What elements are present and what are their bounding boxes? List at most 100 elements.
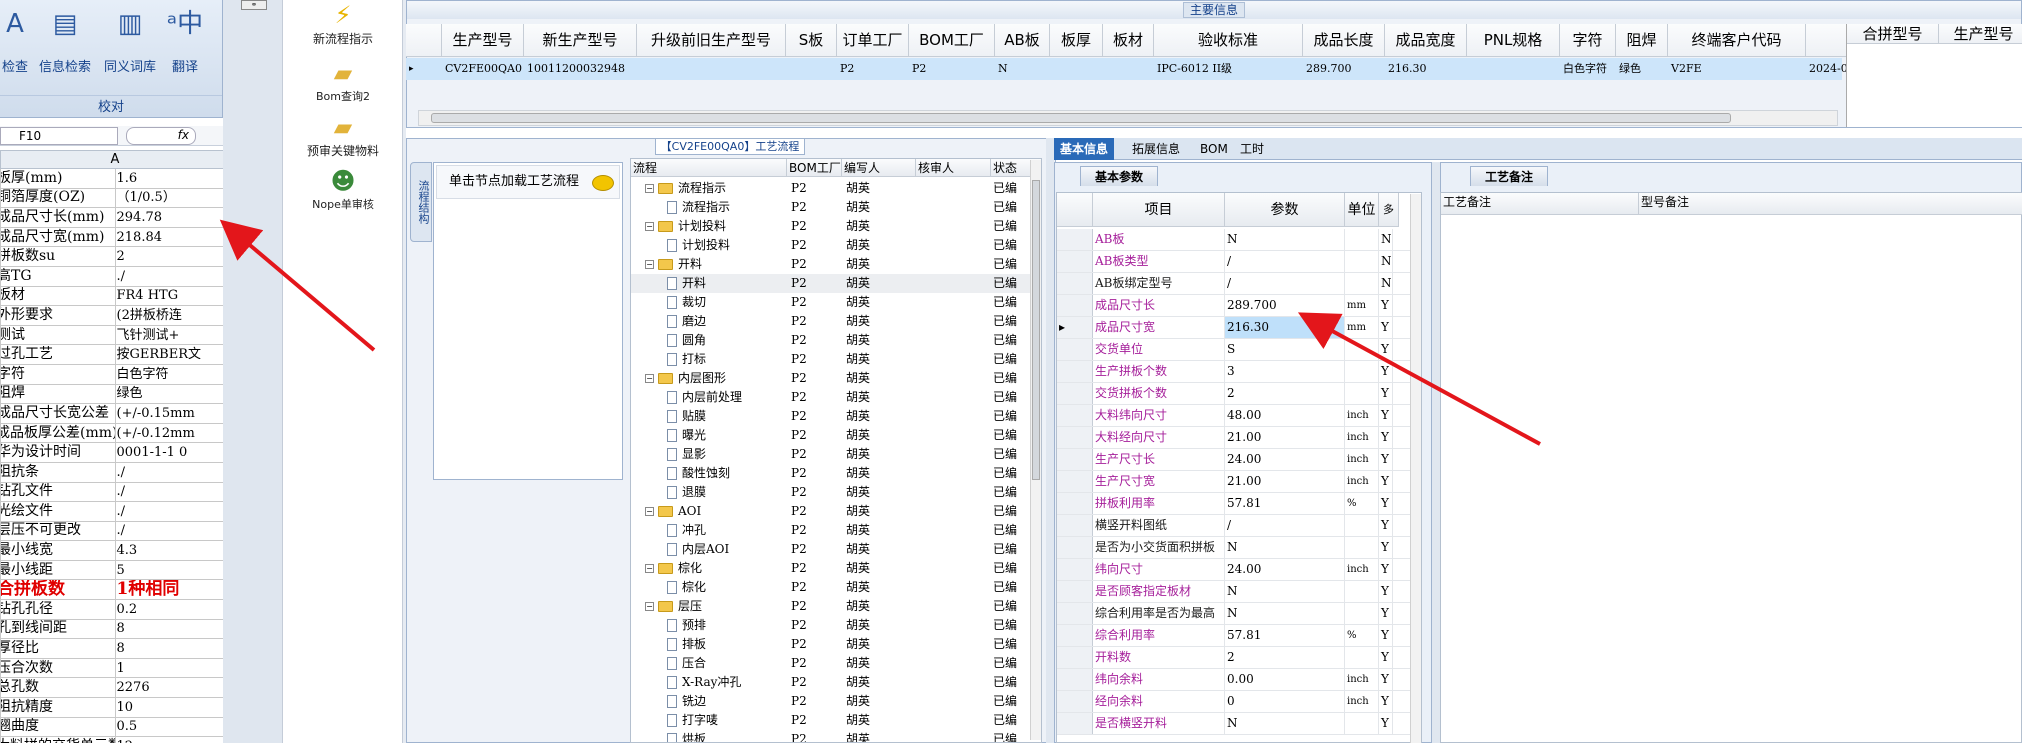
step-node[interactable]: 贴膜	[667, 407, 706, 426]
main-info-row[interactable]: ▸ CV2FE00QA0 10011200032948 P2 P2 N IPC-6012 I…	[406, 58, 1925, 80]
param-header-unit[interactable]: 单位	[1345, 193, 1379, 227]
param-row[interactable]: 生产尺寸宽 21.00 inch Y	[1057, 471, 1417, 493]
sheet-cell-value[interactable]: (+/-0.12mm	[114, 422, 223, 444]
step-node[interactable]: 曝光	[667, 426, 706, 445]
param-header-value[interactable]: 参数	[1225, 193, 1345, 227]
sheet-cell-value[interactable]: 白色字符	[114, 363, 223, 385]
step-node[interactable]: 磨边	[667, 312, 706, 331]
step-node[interactable]: 流程指示	[667, 198, 730, 217]
sheet-cell-value[interactable]: 1种相同	[114, 579, 223, 601]
param-row[interactable]: 生产尺寸长 24.00 inch Y	[1057, 449, 1417, 471]
main-header-col[interactable]: 新生产型号	[524, 24, 637, 57]
sheet-cell-key[interactable]: 大料拼的交货单元数	[0, 736, 116, 743]
main-cell[interactable]: V2FE	[1668, 58, 1806, 80]
shortcut-nope-review[interactable]: ☻ Nope单审核	[284, 166, 402, 212]
param-row[interactable]: 大料纬向尺寸 48.00 inch Y	[1057, 405, 1417, 427]
tree-node[interactable]: 磨边 P2 胡英 已编	[631, 312, 1031, 331]
main-cell[interactable]: P2	[837, 58, 909, 80]
step-node[interactable]: 棕化	[667, 578, 706, 597]
splitter[interactable]	[1046, 138, 1054, 743]
tree-node[interactable]: 排板 P2 胡英 已编	[631, 635, 1031, 654]
tab-work-hours[interactable]: 工时	[1234, 138, 1270, 160]
param-row[interactable]: ▸ 成品尺寸宽 216.30 mm Y	[1057, 317, 1417, 339]
sheet-cell-value[interactable]: FR4 HTG	[114, 285, 223, 307]
param-row[interactable]: 纬向尺寸 24.00 inch Y	[1057, 559, 1417, 581]
header-production-model[interactable]: 生产型号	[1939, 24, 2022, 44]
param-value[interactable]: 289.700	[1225, 295, 1345, 316]
collapse-icon[interactable]: −	[645, 184, 654, 193]
spellcheck-button[interactable]: A 检查	[0, 6, 30, 76]
step-node[interactable]: 内层前处理	[667, 388, 742, 407]
step-node[interactable]: 酸性蚀刻	[667, 464, 730, 483]
notes-header-process[interactable]: 工艺备注	[1441, 193, 1639, 215]
param-value[interactable]: 57.81	[1225, 493, 1345, 514]
main-cell[interactable]: 216.30	[1385, 58, 1467, 80]
param-value[interactable]: /	[1225, 515, 1345, 536]
sheet-cell-value[interactable]: 5	[114, 559, 223, 581]
step-node[interactable]: 烘板	[667, 730, 706, 742]
sheet-cell-key[interactable]: 合拼板数	[0, 579, 116, 601]
param-value[interactable]: 24.00	[1225, 559, 1345, 580]
sheet-cell-key[interactable]: 成品尺寸宽(mm)	[0, 226, 116, 248]
step-node[interactable]: 圆角	[667, 331, 706, 350]
param-row[interactable]: 成品尺寸长 289.700 mm Y	[1057, 295, 1417, 317]
param-row[interactable]: 生产拼板个数 3 Y	[1057, 361, 1417, 383]
param-value[interactable]: N	[1225, 603, 1345, 624]
param-value[interactable]: S	[1225, 339, 1345, 360]
param-value[interactable]: N	[1225, 537, 1345, 558]
sheet-cell-key[interactable]: 铜箔厚度(OZ)	[0, 187, 116, 209]
main-cell[interactable]: 289.700	[1303, 58, 1385, 80]
sheet-cell-value[interactable]: ./	[114, 265, 223, 287]
param-value[interactable]: N	[1225, 581, 1345, 602]
step-node[interactable]: 开料	[667, 274, 706, 293]
sheet-cell-value[interactable]: 8	[114, 638, 223, 659]
tree-node[interactable]: 圆角 P2 胡英 已编	[631, 331, 1031, 350]
sheet-cell-value[interactable]: ./	[114, 520, 223, 542]
tree-node[interactable]: 酸性蚀刻 P2 胡英 已编	[631, 464, 1031, 483]
tree-node[interactable]: − 开料 P2 胡英 已编	[631, 255, 1031, 274]
sheet-cell-key[interactable]: 最小线距	[0, 559, 116, 581]
tab-process-notes[interactable]: 工艺备注	[1470, 166, 1548, 186]
tab-bom[interactable]: BOM	[1194, 138, 1234, 160]
sheet-cell-value[interactable]: 2	[114, 246, 223, 267]
folder-node[interactable]: − AOI	[645, 502, 701, 521]
main-cell[interactable]: N	[995, 58, 1050, 80]
tree-node[interactable]: 开料 P2 胡英 已编	[631, 274, 1031, 293]
param-value[interactable]: /	[1225, 273, 1345, 294]
tree-scroll-thumb[interactable]	[1032, 180, 1040, 480]
param-row[interactable]: 是否横竖开料 N Y	[1057, 713, 1417, 735]
sheet-cell-key[interactable]: 板材	[0, 285, 116, 307]
param-row[interactable]: 交货单位 S Y	[1057, 339, 1417, 361]
tab-basic-info[interactable]: 基本信息	[1054, 138, 1115, 160]
sheet-cell-value[interactable]: ./	[114, 461, 223, 483]
param-value[interactable]: 2	[1225, 647, 1345, 668]
sheet-cell-key[interactable]: 钻孔文件	[0, 481, 116, 503]
param-row[interactable]: 综合利用率是否为最高 N Y	[1057, 603, 1417, 625]
param-value[interactable]: N	[1225, 229, 1345, 250]
tree-node[interactable]: − 棕化 P2 胡英 已编	[631, 559, 1031, 578]
tree-node[interactable]: 显影 P2 胡英 已编	[631, 445, 1031, 464]
sheet-cell-key[interactable]: 光绘文件	[0, 501, 116, 522]
param-value[interactable]: 216.30	[1225, 317, 1345, 338]
tree-node[interactable]: − 层压 P2 胡英 已编	[631, 597, 1031, 616]
step-node[interactable]: 冲孔	[667, 521, 706, 540]
sheet-cell-value[interactable]: (+/-0.15mm	[114, 403, 223, 424]
param-row[interactable]: 大料经向尺寸 21.00 inch Y	[1057, 427, 1417, 449]
tree-node[interactable]: 内层AOI P2 胡英 已编	[631, 540, 1031, 559]
shortcut-new-flow[interactable]: ⚡ 新流程指示	[284, 0, 402, 47]
param-value[interactable]: N	[1225, 713, 1345, 734]
sheet-cell-key[interactable]: 厚径比	[0, 638, 116, 659]
sheet-cell-key[interactable]: 阻抗条	[0, 461, 116, 483]
param-value[interactable]: 2	[1225, 383, 1345, 404]
research-button[interactable]: ▤ 信息检索	[33, 6, 97, 76]
sheet-cell-value[interactable]: ./	[114, 481, 223, 503]
tree-node[interactable]: − 内层图形 P2 胡英 已编	[631, 369, 1031, 388]
shortcut-bom-query[interactable]: ▰ Bom查询2	[284, 58, 402, 104]
folder-node[interactable]: − 计划投料	[645, 217, 726, 236]
main-header-col[interactable]: 订单工厂	[837, 24, 909, 57]
main-header-col[interactable]: 生产型号	[442, 24, 524, 57]
sheet-cell-value[interactable]: (2拼板桥连	[114, 305, 223, 326]
tree-node[interactable]: X-Ray冲孔 P2 胡英 已编	[631, 673, 1031, 692]
collapse-icon[interactable]: −	[645, 564, 654, 573]
tab-basic-params[interactable]: 基本参数	[1080, 166, 1158, 186]
